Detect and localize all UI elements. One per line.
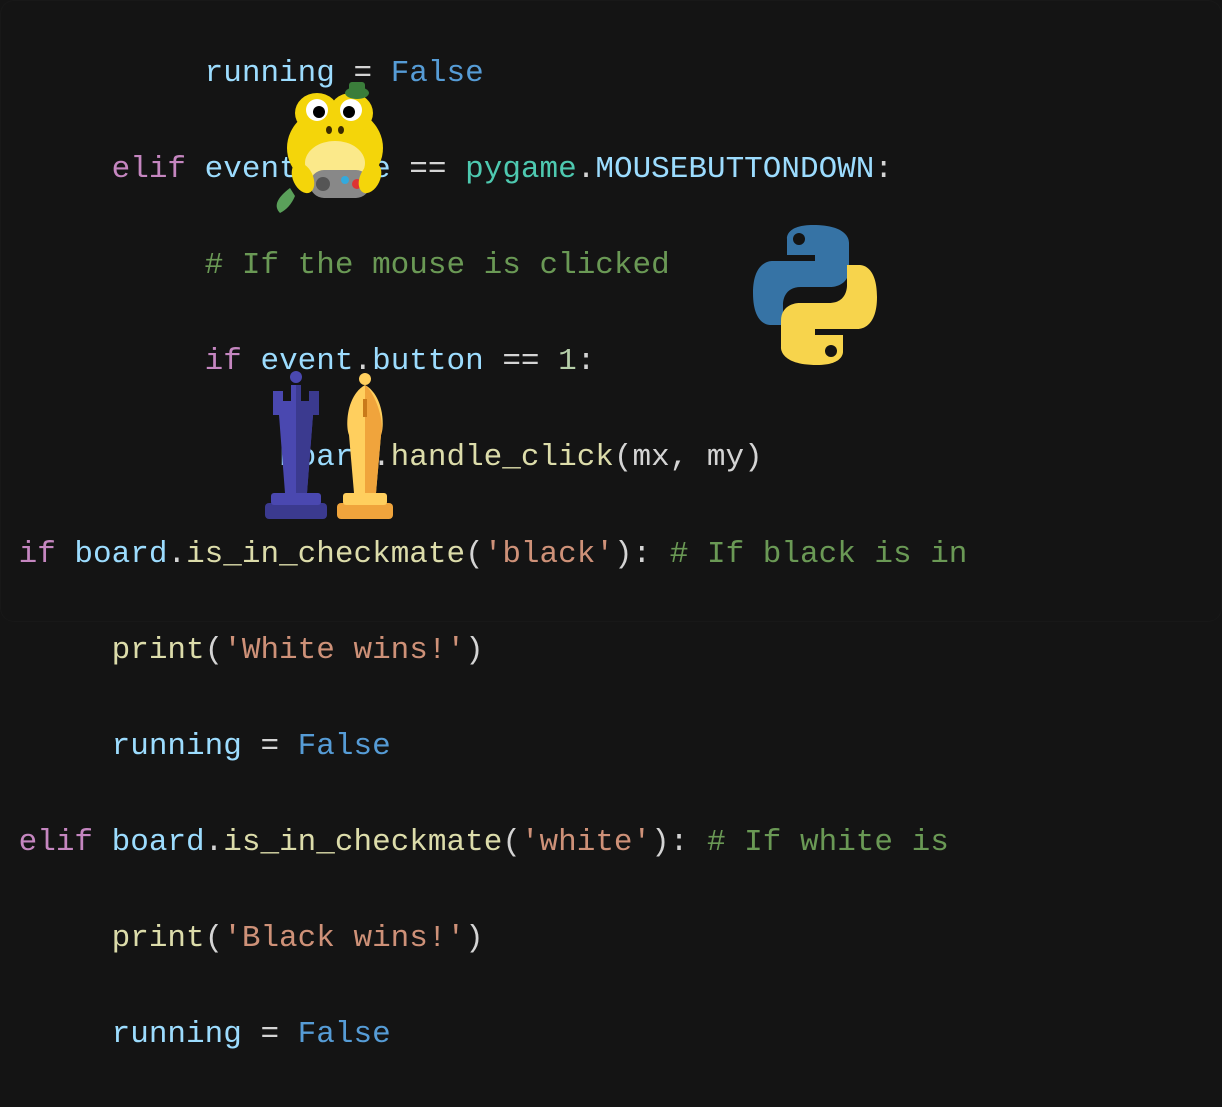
token-method: handle_click: [391, 440, 614, 475]
token-constant: False: [298, 1017, 391, 1052]
token-punct: (: [205, 633, 224, 668]
token-method: is_in_checkmate: [223, 825, 502, 860]
token-keyword: elif: [19, 825, 93, 860]
token-builtin: print: [112, 921, 205, 956]
token-punct: ): [465, 633, 484, 668]
code-line: if event.button == 1:: [0, 338, 1222, 386]
code-line: print('White wins!'): [0, 627, 1222, 675]
code-line: running = False: [0, 723, 1222, 771]
token-punct: ):: [651, 825, 707, 860]
code-line: running = False: [0, 1011, 1222, 1059]
token-keyword: elif: [112, 152, 186, 187]
token-punct: :: [874, 152, 893, 187]
token-punct: (: [465, 537, 484, 572]
token-punct: (mx, my): [614, 440, 763, 475]
code-line: elif board.is_in_checkmate('white'): # I…: [0, 819, 1222, 867]
token-operator: =: [242, 1017, 298, 1052]
token-punct: ): [465, 921, 484, 956]
token-variable: running: [112, 729, 242, 764]
token-punct: .: [577, 152, 596, 187]
token-punct: .: [167, 537, 186, 572]
code-editor-viewport: running = False elif event.type == pygam…: [0, 0, 1222, 1107]
token-string: 'white': [521, 825, 651, 860]
token-comment: # If black is in: [670, 537, 968, 572]
code-line: elif event.type == pygame.MOUSEBUTTONDOW…: [0, 146, 1222, 194]
token-constant: False: [298, 729, 391, 764]
code-line: board.handle_click(mx, my): [0, 434, 1222, 482]
token-punct: (: [502, 825, 521, 860]
token-string: 'Black wins!': [223, 921, 465, 956]
token-string: 'black': [484, 537, 614, 572]
token-module: pygame: [465, 152, 577, 187]
token-operator: ==: [484, 344, 558, 379]
token-punct: :: [577, 344, 596, 379]
token-keyword: if: [205, 344, 242, 379]
token-number: 1: [558, 344, 577, 379]
code-line: if board.is_in_checkmate('black'): # If …: [0, 531, 1222, 579]
token-property: MOUSEBUTTONDOWN: [595, 152, 874, 187]
token-comment: # If the mouse is clicked: [205, 248, 670, 283]
token-method: is_in_checkmate: [186, 537, 465, 572]
pygame-mascot-icon: [265, 78, 405, 218]
token-punct: ):: [614, 537, 670, 572]
code-line: running = False: [0, 50, 1222, 98]
code-line: print('Black wins!'): [0, 915, 1222, 963]
token-comment: # If white is: [707, 825, 967, 860]
token-variable: board: [56, 537, 168, 572]
token-keyword: if: [19, 537, 56, 572]
code-line: # If the mouse is clicked: [0, 242, 1222, 290]
chess-pieces-icon: [245, 355, 415, 525]
token-operator: =: [242, 729, 298, 764]
token-punct: (: [205, 921, 224, 956]
token-variable: board: [93, 825, 205, 860]
python-logo-icon: [735, 215, 895, 375]
token-builtin: print: [112, 633, 205, 668]
token-string: 'White wins!': [223, 633, 465, 668]
token-punct: .: [205, 825, 224, 860]
token-variable: running: [112, 1017, 242, 1052]
